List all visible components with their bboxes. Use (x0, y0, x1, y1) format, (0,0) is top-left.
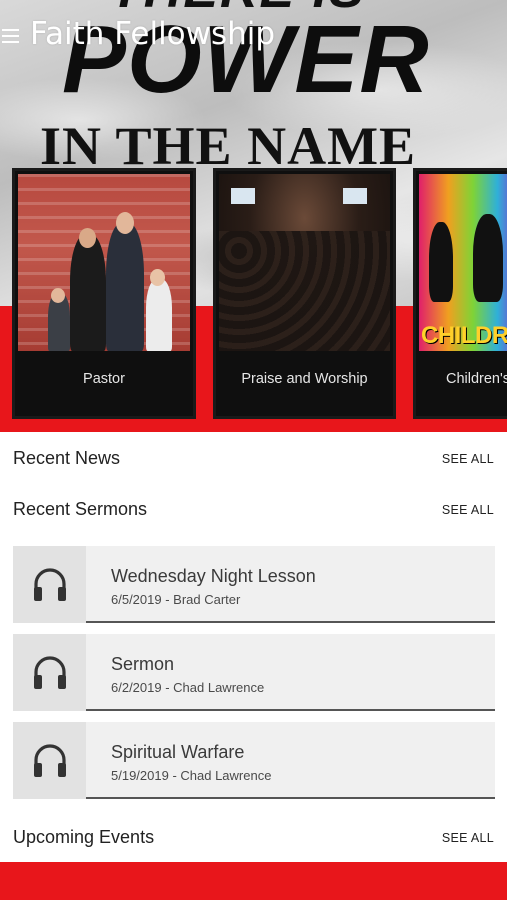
divider (86, 797, 495, 799)
sermon-title: Spiritual Warfare (111, 742, 245, 762)
section-title: Recent Sermons (13, 499, 148, 519)
sermon-list-item[interactable]: Wednesday Night Lesson 6/5/2019 - Brad C… (13, 546, 495, 623)
card-label: Pastor (83, 371, 125, 387)
recent-news-header: Recent News SEE ALL (0, 448, 507, 478)
app-title: Faith Fellowship (30, 16, 276, 52)
hamburger-menu-icon[interactable] (0, 25, 22, 47)
sermon-meta: 5/19/2019 - Chad Lawrence (111, 768, 272, 783)
see-all-sermons-button[interactable]: SEE ALL (442, 503, 494, 517)
sermon-title: Sermon (111, 654, 175, 674)
worship-photo (219, 174, 390, 351)
headphones-icon (13, 546, 86, 623)
card-label: Children's (446, 371, 507, 387)
upcoming-events-header: Upcoming Events SEE ALL (0, 827, 507, 857)
sermon-title: Wednesday Night Lesson (111, 566, 316, 586)
recent-sermons-header: Recent Sermons SEE ALL (0, 499, 507, 529)
carousel-card-childrens[interactable]: CHILDREN'S Children's (413, 168, 507, 419)
see-all-news-button[interactable]: SEE ALL (442, 452, 494, 466)
childrens-photo: CHILDREN'S (419, 174, 507, 351)
section-title: Recent News (13, 448, 121, 468)
pastor-photo (18, 174, 190, 351)
childrens-image-text: CHILDREN'S (421, 322, 507, 349)
headphones-icon (13, 634, 86, 711)
event-banner[interactable] (0, 862, 507, 900)
card-label: Praise and Worship (241, 371, 368, 387)
headphones-icon (13, 722, 86, 799)
carousel-card-pastor[interactable]: Pastor (12, 168, 196, 419)
hero-text-name: IN THE NAME (40, 116, 417, 176)
sermon-meta: 6/5/2019 - Brad Carter (111, 592, 241, 607)
divider (86, 621, 495, 623)
carousel-card-praise-worship[interactable]: Praise and Worship (213, 168, 396, 419)
section-title: Upcoming Events (13, 827, 155, 847)
sermon-list-item[interactable]: Spiritual Warfare 5/19/2019 - Chad Lawre… (13, 722, 495, 799)
hero-banner: THERE IS POWER IN THE NAME Pastor Praise… (0, 0, 507, 432)
sermon-meta: 6/2/2019 - Chad Lawrence (111, 680, 265, 695)
divider (86, 709, 495, 711)
see-all-events-button[interactable]: SEE ALL (442, 831, 494, 845)
sermon-list-item[interactable]: Sermon 6/2/2019 - Chad Lawrence (13, 634, 495, 711)
